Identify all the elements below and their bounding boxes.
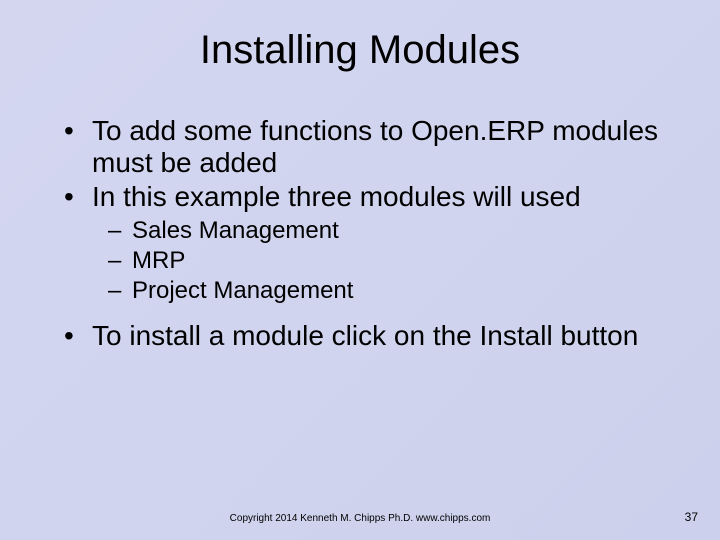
slide-title: Installing Modules: [40, 28, 680, 73]
spacer: [64, 306, 670, 320]
bullet-dot-icon: •: [64, 115, 92, 179]
sub-bullet-item: – Project Management: [108, 276, 670, 306]
footer-copyright: Copyright 2014 Kenneth M. Chipps Ph.D. w…: [0, 513, 720, 524]
bullet-dash-icon: –: [108, 276, 132, 306]
sub-bullet-item: – Sales Management: [108, 216, 670, 246]
bullet-dash-icon: –: [108, 216, 132, 246]
page-number: 37: [685, 510, 698, 524]
bullet-dash-icon: –: [108, 246, 132, 276]
sub-bullet-item: – MRP: [108, 246, 670, 276]
sub-bullet-text: MRP: [132, 246, 185, 276]
bullet-text: To add some functions to Open.ERP module…: [92, 115, 670, 179]
slide-content: • To add some functions to Open.ERP modu…: [40, 115, 680, 352]
sub-bullet-text: Project Management: [132, 276, 353, 306]
bullet-item: • To install a module click on the Insta…: [64, 320, 670, 352]
sub-bullet-text: Sales Management: [132, 216, 339, 246]
bullet-text: In this example three modules will used: [92, 181, 581, 213]
bullet-dot-icon: •: [64, 181, 92, 213]
slide: Installing Modules • To add some functio…: [0, 0, 720, 540]
bullet-item: • To add some functions to Open.ERP modu…: [64, 115, 670, 179]
bullet-text: To install a module click on the Install…: [92, 320, 638, 352]
bullet-item: • In this example three modules will use…: [64, 181, 670, 213]
bullet-dot-icon: •: [64, 320, 92, 352]
